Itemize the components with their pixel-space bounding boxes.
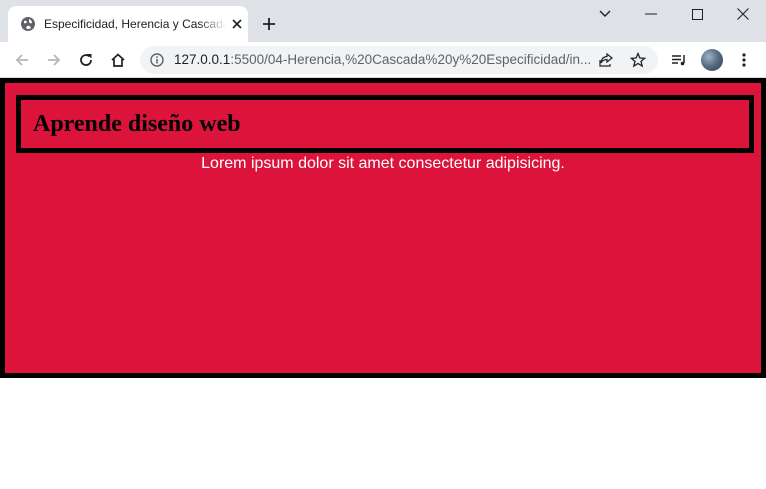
page-paragraph: Lorem ipsum dolor sit amet consectetur a… [201,155,565,172]
star-icon[interactable] [629,51,647,68]
page-container: Aprende diseño web Lorem ipsum dolor sit… [0,78,766,378]
tab-title: Especificidad, Herencia y Cascada [44,17,226,31]
page-heading: Aprende diseño web [33,111,241,137]
profile-avatar[interactable] [701,49,723,71]
maximize-icon[interactable] [674,0,720,28]
kebab-menu-icon[interactable] [732,48,756,72]
close-icon[interactable] [230,17,244,31]
browser-toolbar: 127.0.0.1:5500/04-Herencia,%20Cascada%20… [0,42,766,78]
share-icon[interactable] [598,52,614,68]
tab-search-chevron-icon[interactable] [582,0,628,28]
browser-tab[interactable]: Especificidad, Herencia y Cascada [8,6,248,42]
back-arrow-icon[interactable] [10,48,34,72]
minimize-icon[interactable] [628,0,674,28]
browser-titlebar: Especificidad, Herencia y Cascada [0,0,766,42]
address-bar[interactable]: 127.0.0.1:5500/04-Herencia,%20Cascada%20… [140,46,658,74]
globe-icon [20,16,36,32]
reload-icon[interactable] [74,48,98,72]
plus-icon[interactable] [259,14,279,34]
url-text[interactable]: 127.0.0.1:5500/04-Herencia,%20Cascada%20… [174,53,592,67]
url-host: 127.0.0.1 [174,53,231,67]
forward-arrow-icon[interactable] [42,48,66,72]
home-icon[interactable] [106,48,130,72]
url-path: :5500/04-Herencia,%20Cascada%20y%20Espec… [230,53,592,67]
media-queue-icon[interactable] [667,48,691,72]
window-close-icon[interactable] [720,0,766,28]
heading-box: Aprende diseño web [16,95,754,153]
info-icon[interactable] [150,53,164,67]
page-viewport: Aprende diseño web Lorem ipsum dolor sit… [0,78,766,489]
